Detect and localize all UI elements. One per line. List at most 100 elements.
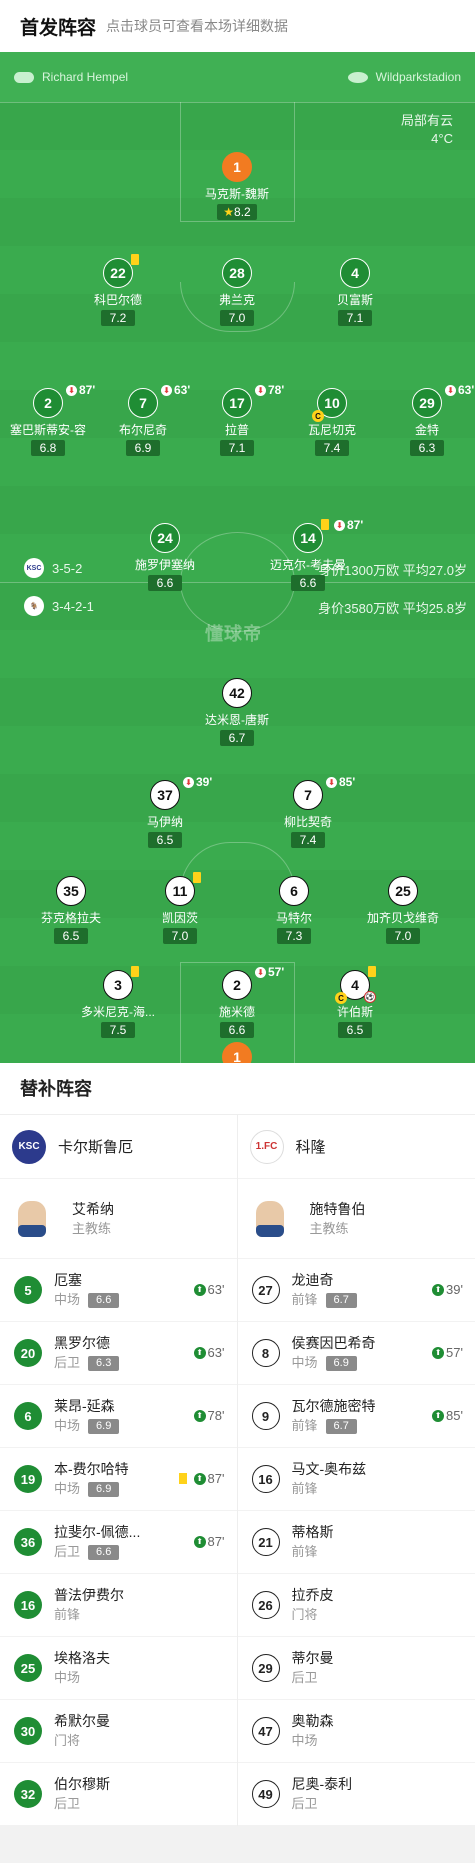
player-name: 贝富斯	[336, 293, 373, 307]
sub-player-row[interactable]: 36 拉斐尔-佩德... 后卫 6.6 ⬆ 87'	[0, 1511, 237, 1574]
sub-player-row[interactable]: 30 希默尔曼 门将	[0, 1700, 237, 1763]
player-22[interactable]: 22 科巴尔德 7.2	[58, 254, 178, 327]
rating-value: 6.5	[346, 1023, 364, 1037]
stadium-name: Wildparkstadion	[375, 70, 461, 84]
sub-player-rating: 6.7	[325, 1418, 357, 1434]
sub-player-row[interactable]: 5 厄塞 中场 6.6 ⬆ 63'	[0, 1259, 237, 1322]
sub-player-position: 前锋	[291, 1418, 318, 1433]
sub-player-row[interactable]: 8 侯赛因巴希奇 中场 6.9 ⬆ 57'	[237, 1322, 475, 1385]
coach-row[interactable]: 艾希纳 主教练	[0, 1179, 237, 1259]
team-header[interactable]: 1.FC 科隆	[237, 1115, 475, 1179]
player-42[interactable]: 42 达米恩-唐斯 6.7	[177, 678, 297, 747]
player-number-badge: 17 ⬇ 78'	[222, 383, 284, 418]
player-29[interactable]: 29 ⬇ 63' 金特 6.3	[367, 383, 475, 457]
player-4[interactable]: 4 C ⚽ 许伯斯 6.5	[295, 966, 415, 1039]
sub-player-name: 黑罗尔德	[54, 1335, 110, 1351]
sub-player-row[interactable]: 25 埃格洛夫 中场	[0, 1637, 237, 1700]
sub-off-icon: ⬇	[161, 384, 172, 396]
sub-player-number: 6	[14, 1402, 42, 1430]
sub-player-rating: 6.9	[325, 1355, 357, 1371]
sub-player-position: 中场	[291, 1733, 318, 1748]
sub-player-position: 门将	[291, 1607, 318, 1622]
player-number: 2	[233, 977, 241, 993]
sub-player-name: 龙迪奇	[291, 1272, 334, 1288]
player-1[interactable]: 1 马克斯-魏斯 ★8.2	[177, 152, 297, 221]
player-37[interactable]: 37 ⬇ 39' 马伊纳 6.5	[105, 775, 225, 849]
player-number-badge: 24	[150, 523, 180, 553]
sub-minute: 87'	[207, 1534, 225, 1549]
player-2[interactable]: 2 ⬇ 57' 施米德 6.6	[177, 965, 297, 1039]
yellow-card-icon	[178, 1473, 187, 1484]
player-7[interactable]: 7 ⬇ 85' 柳比契奇 7.4	[248, 775, 368, 849]
player-28[interactable]: 28 弗兰克 7.0	[177, 258, 297, 327]
player-number: 1	[233, 1049, 241, 1063]
yellow-card-icon	[321, 519, 329, 530]
sub-player-position: 后卫	[291, 1796, 318, 1811]
sub-on-icon: ⬆	[193, 1409, 206, 1422]
sub-on-icon: ⬆	[193, 1283, 206, 1296]
sub-player-row[interactable]: 32 伯尔穆斯 后卫	[0, 1763, 237, 1826]
ksc-logo-icon: KSC	[12, 1129, 46, 1164]
sub-on-marker: ⬆ 87'	[193, 1534, 225, 1549]
player-number: 35	[63, 883, 79, 899]
yellow-card-icon	[368, 966, 376, 977]
sub-on-marker: ⬆ 39'	[432, 1282, 463, 1297]
player-number: 14	[300, 530, 316, 546]
player-1[interactable]: 1施瓦伯6.6	[177, 1042, 297, 1063]
player-number-badge: 7 ⬇ 63'	[128, 383, 190, 418]
sub-player-row[interactable]: 20 黑罗尔德 后卫 6.3 ⬆ 63'	[0, 1322, 237, 1385]
sub-player-row[interactable]: 19 本-费尔哈特 中场 6.9 ⬆ 87'	[0, 1448, 237, 1511]
substitutes-title: 替补阵容	[0, 1063, 475, 1115]
sub-player-row[interactable]: 27 龙迪奇 前锋 6.7 ⬆ 39'	[237, 1259, 475, 1322]
substitutes-section: 替补阵容 KSC 卡尔斯鲁厄 艾希纳 主教练 5 厄塞 中场 6.6 ⬆ 63' 20 黑罗尔德…	[0, 1063, 475, 1826]
sub-player-row[interactable]: 6 莱昂-延森 中场 6.9 ⬆ 78'	[0, 1385, 237, 1448]
sub-player-row[interactable]: 16 普法伊费尔 前锋	[0, 1574, 237, 1637]
player-number-badge: 6	[279, 876, 309, 906]
sub-player-position: 后卫	[54, 1544, 81, 1559]
sub-player-position: 中场	[54, 1481, 81, 1496]
player-rating: 7.4	[315, 440, 349, 456]
player-name: 迈克尔-考夫曼	[270, 558, 346, 572]
player-name: 马特尔	[275, 911, 312, 925]
player-3[interactable]: 3 多米尼克-海... 7.5	[58, 966, 178, 1039]
team-header[interactable]: KSC 卡尔斯鲁厄	[0, 1115, 237, 1179]
sub-player-row[interactable]: 47 奥勒森 中场	[237, 1700, 475, 1763]
stadium-icon	[347, 71, 368, 83]
sub-player-name: 厄塞	[54, 1272, 82, 1288]
player-4[interactable]: 4 贝富斯 7.1	[295, 258, 415, 327]
star-icon: ★	[223, 205, 235, 219]
sub-player-number: 26	[251, 1591, 280, 1619]
player-number: 6	[290, 883, 298, 899]
rating-value: 6.9	[134, 441, 152, 455]
sub-player-name: 瓦尔德施密特	[291, 1398, 376, 1414]
sub-player-row[interactable]: 29 蒂尔曼 后卫	[237, 1637, 475, 1700]
sub-player-rating: 6.7	[325, 1292, 357, 1308]
player-6[interactable]: 6 马特尔 7.3	[234, 876, 354, 945]
player-14[interactable]: 14 ⬇ 87' 迈克尔-考夫曼 6.6	[248, 518, 368, 592]
player-number-badge: 28	[222, 258, 252, 288]
player-number: 11	[172, 883, 188, 899]
ksc-logo-icon: KSC	[24, 558, 44, 578]
sub-player-row[interactable]: 49 尼奥-泰利 后卫	[237, 1763, 475, 1826]
sub-player-row[interactable]: 16 马文-奥布兹 前锋	[237, 1448, 475, 1511]
sub-player-row[interactable]: 9 瓦尔德施密特 前锋 6.7 ⬆ 85'	[237, 1385, 475, 1448]
coach-row[interactable]: 施特鲁伯 主教练	[237, 1179, 475, 1259]
sub-player-number: 19	[14, 1465, 42, 1493]
player-name: 柳比契奇	[283, 815, 332, 829]
player-25[interactable]: 25 加齐贝戈维奇 7.0	[343, 876, 463, 945]
player-name: 施米德	[218, 1005, 255, 1019]
player-35[interactable]: 35 芬克格拉夫 6.5	[11, 876, 131, 945]
sub-player-row[interactable]: 26 拉乔皮 门将	[237, 1574, 475, 1637]
player-number: 28	[229, 265, 245, 281]
sub-player-name: 莱昂-延森	[54, 1398, 115, 1414]
sub-player-position: 中场	[291, 1355, 318, 1370]
yellow-card-icon	[131, 966, 139, 977]
sub-player-row[interactable]: 21 蒂格斯 前锋	[237, 1511, 475, 1574]
formation-text: 3-5-2	[52, 560, 83, 576]
sub-minute: 39'	[196, 775, 213, 789]
player-rating: 6.8	[31, 440, 65, 456]
player-11[interactable]: 11 凯因茨 7.0	[120, 872, 240, 945]
rating-value: 8.2	[234, 205, 251, 219]
player-24[interactable]: 24 施罗伊塞纳 6.6	[105, 523, 225, 592]
sub-on-icon: ⬆	[432, 1283, 445, 1296]
